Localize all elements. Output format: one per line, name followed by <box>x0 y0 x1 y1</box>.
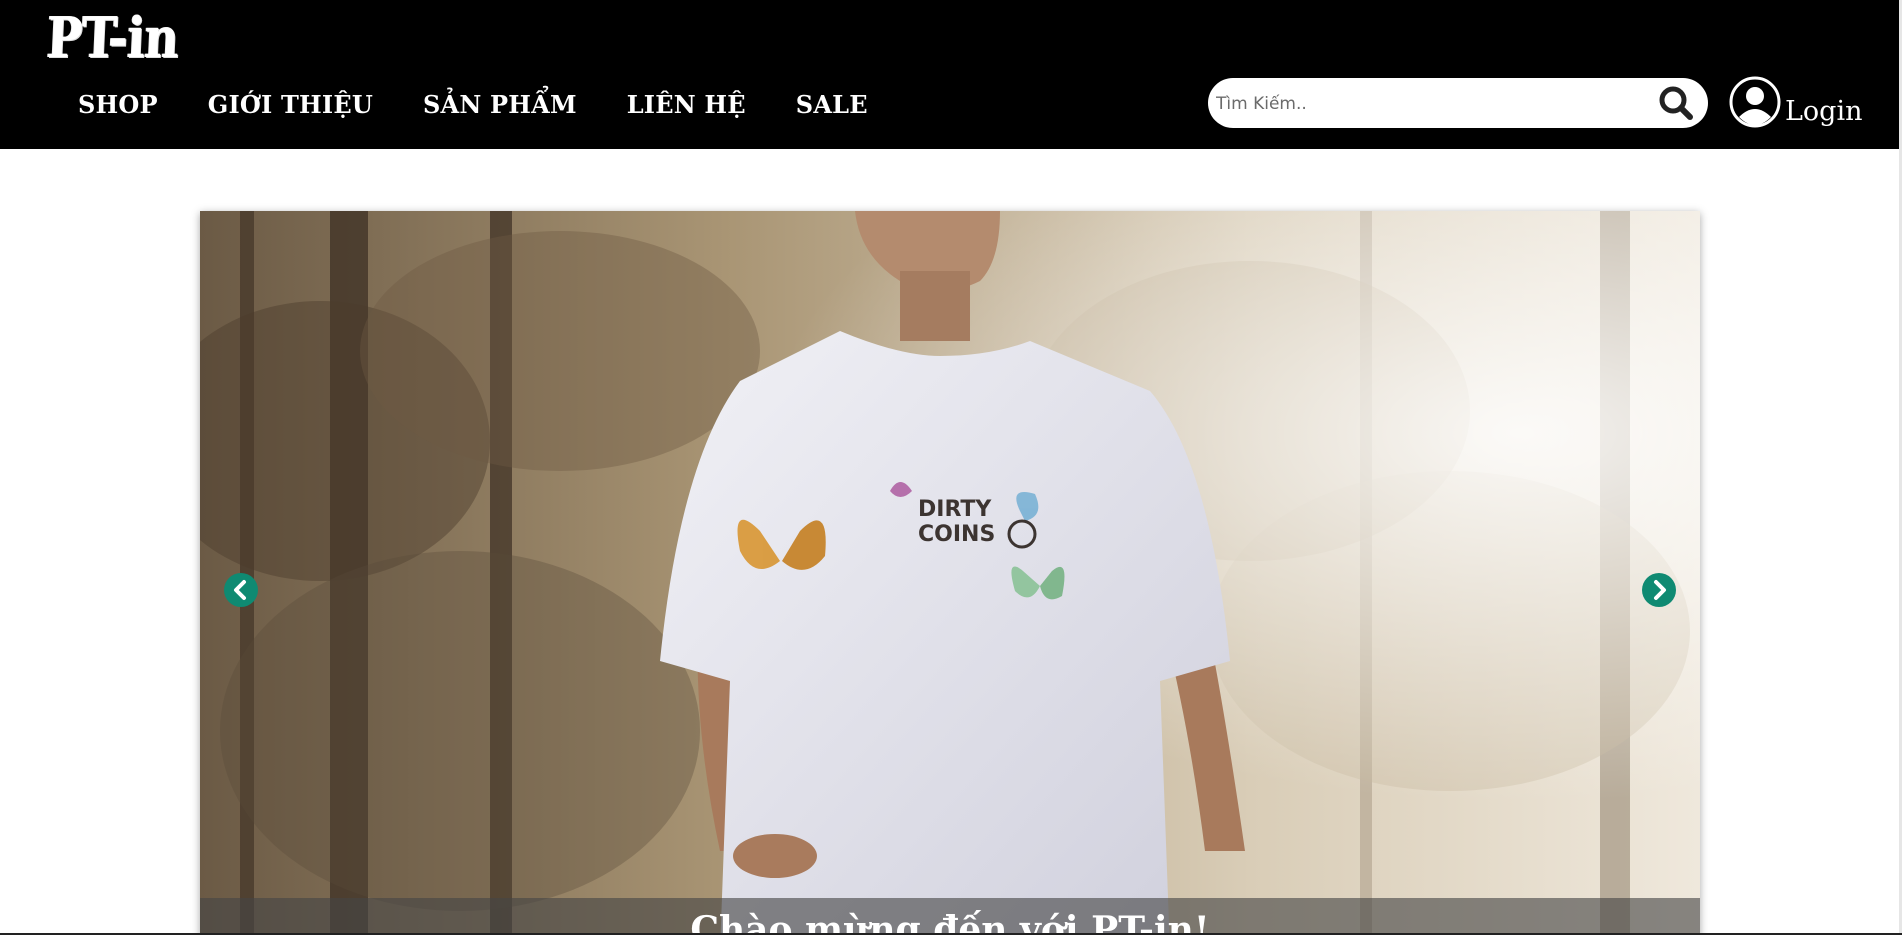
page: PT-in SHOP GIỚI THIỆU SẢN PHẨM LIÊN HỆ S… <box>0 0 1902 935</box>
slide-caption-bar: Chào mừng đến với PT-in! <box>200 898 1700 935</box>
nav-item-shop[interactable]: SHOP <box>78 90 158 119</box>
site-header: PT-in SHOP GIỚI THIỆU SẢN PHẨM LIÊN HỆ S… <box>0 0 1902 149</box>
user-circle-icon <box>1729 76 1781 128</box>
slide-image: DIRTY COINS <box>200 211 1700 935</box>
search-icon <box>1659 86 1693 120</box>
nav-item-about[interactable]: GIỚI THIỆU <box>208 90 373 119</box>
nav-item-contact[interactable]: LIÊN HỆ <box>627 90 746 119</box>
chevron-right-circle-icon <box>1654 580 1666 600</box>
login-label: Login <box>1785 95 1863 127</box>
chevron-left-circle-icon <box>234 580 246 600</box>
slider-next-button[interactable] <box>1642 573 1676 607</box>
nav-item-sale[interactable]: SALE <box>796 90 868 119</box>
svg-text:COINS: COINS <box>918 522 995 547</box>
search-button[interactable] <box>1656 84 1696 122</box>
nav-item-products[interactable]: SẢN PHẨM <box>423 90 577 119</box>
hero-slider: DIRTY COINS Chào mừng đến với PT-in! <box>200 211 1700 935</box>
slide-caption: Chào mừng đến với PT-in! <box>690 909 1210 935</box>
site-logo[interactable]: PT-in <box>45 5 179 71</box>
search-input[interactable] <box>1214 86 1638 122</box>
search-box <box>1208 78 1708 128</box>
login-link[interactable]: Login <box>1729 76 1863 128</box>
main-nav: SHOP GIỚI THIỆU SẢN PHẨM LIÊN HỆ SALE <box>78 90 868 119</box>
shirt-print-text: DIRTY <box>918 497 992 522</box>
slider-prev-button[interactable] <box>224 573 258 607</box>
